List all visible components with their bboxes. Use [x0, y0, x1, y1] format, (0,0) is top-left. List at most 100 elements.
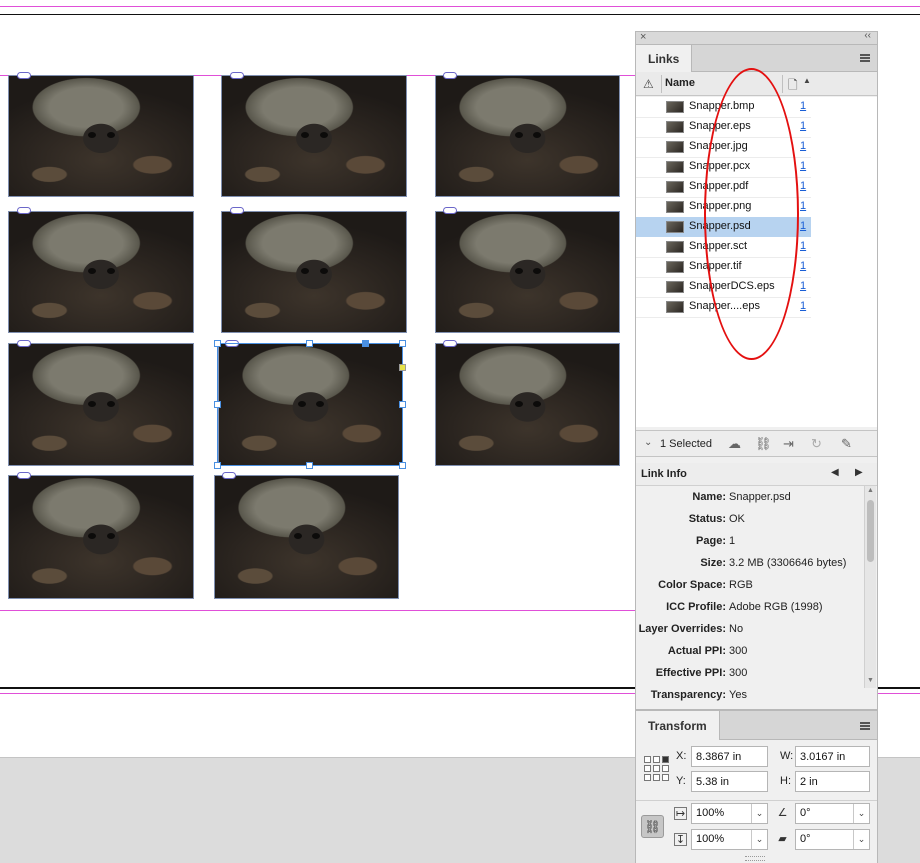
link-page-number[interactable]: 1 [800, 300, 806, 312]
w-label: W: [780, 750, 794, 762]
resize-grip[interactable] [745, 856, 765, 861]
link-info-body: Name: Snapper.psd Status: OK Page: 1 Size: 3… [636, 486, 864, 706]
y-position-field[interactable] [691, 771, 768, 792]
info-row: Transparency: Yes [650, 689, 747, 701]
relink-icon[interactable]: ⛓ [755, 436, 772, 452]
link-badge-icon[interactable] [17, 72, 31, 79]
placed-image-frame[interactable] [435, 343, 620, 466]
rotation-combo[interactable]: 0° ⌄ [795, 803, 870, 824]
margin-guide-bottom [0, 610, 636, 611]
link-info-title: Link Info [641, 468, 687, 480]
image-thumbnail-icon [666, 181, 684, 193]
placed-image-frame[interactable] [8, 343, 194, 466]
resize-handle[interactable] [399, 340, 406, 347]
scale-y-icon: ↧ [674, 833, 687, 846]
scale-x-combo[interactable]: 100% ⌄ [691, 803, 768, 824]
placed-image-frame[interactable] [221, 75, 407, 197]
link-page-number[interactable]: 1 [800, 280, 806, 292]
resize-handle[interactable] [399, 401, 406, 408]
column-header-name[interactable]: Name [665, 77, 695, 89]
x-position-field[interactable] [691, 746, 768, 767]
cloud-link-icon[interactable]: ☁ [728, 436, 741, 452]
resize-handle[interactable] [214, 401, 221, 408]
page-edge-top [0, 14, 920, 15]
link-badge-icon[interactable] [230, 72, 244, 79]
link-page-number[interactable]: 1 [800, 120, 806, 132]
content-grabber-handle[interactable] [362, 340, 369, 347]
placed-image-frame[interactable] [8, 211, 194, 333]
link-page-number[interactable]: 1 [800, 240, 806, 252]
reference-point-icon[interactable] [644, 756, 670, 782]
collapse-panel-icon[interactable]: ‹‹ [864, 30, 871, 41]
selection-count: 1 Selected [660, 438, 712, 450]
close-icon[interactable]: × [640, 31, 646, 43]
link-page-number[interactable]: 1 [800, 180, 806, 192]
link-badge-icon[interactable] [222, 472, 236, 479]
h-label: H: [780, 775, 791, 787]
resize-handle[interactable] [214, 462, 221, 469]
chevron-down-icon[interactable]: ⌄ [853, 830, 869, 849]
resize-handle[interactable] [399, 462, 406, 469]
image-thumbnail-icon [666, 121, 684, 133]
next-link-icon[interactable]: ▶ [855, 467, 863, 478]
link-info-scrollbar[interactable]: ▲ ▼ [864, 486, 876, 688]
link-page-number[interactable]: 1 [800, 100, 806, 112]
link-badge-icon[interactable] [17, 207, 31, 214]
link-badge-icon[interactable] [443, 207, 457, 214]
scroll-down-icon[interactable]: ▼ [867, 677, 874, 684]
info-row: Actual PPI: 300 [667, 645, 748, 657]
out-port-handle[interactable] [399, 364, 406, 371]
previous-link-icon[interactable]: ◀ [831, 467, 839, 478]
warning-icon[interactable]: ⚠ [643, 77, 654, 91]
link-badge-icon[interactable] [443, 340, 457, 347]
placed-image-frame[interactable] [8, 75, 194, 197]
chevron-down-icon[interactable]: ⌄ [853, 804, 869, 823]
sort-ascending-icon[interactable]: ▲ [803, 76, 811, 85]
link-page-number[interactable]: 1 [800, 140, 806, 152]
scale-y-combo[interactable]: 100% ⌄ [691, 829, 768, 850]
info-row: Effective PPI: 300 [655, 667, 748, 679]
y-label: Y: [676, 775, 686, 787]
scroll-up-icon[interactable]: ▲ [867, 487, 874, 494]
resize-handle[interactable] [306, 462, 313, 469]
update-link-icon[interactable]: ↻ [811, 436, 822, 452]
tab-links[interactable]: Links [636, 45, 693, 73]
height-field[interactable] [795, 771, 870, 792]
placed-image-frame[interactable] [8, 475, 194, 599]
shear-combo[interactable]: 0° ⌄ [795, 829, 870, 850]
chevron-down-icon[interactable]: ⌄ [751, 830, 767, 849]
tab-transform[interactable]: Transform [636, 711, 720, 741]
panel-dock-header: × ‹‹ [635, 30, 878, 44]
resize-handle[interactable] [306, 340, 313, 347]
panel-menu-icon[interactable] [860, 722, 870, 730]
placed-image-frame[interactable] [214, 475, 399, 599]
placed-image-frame[interactable] [435, 211, 620, 333]
info-row: ICC Profile: Adobe RGB (1998) [666, 601, 823, 613]
info-row: Layer Overrides: No [638, 623, 744, 635]
chevron-down-icon[interactable]: ⌄ [751, 804, 767, 823]
scroll-thumb[interactable] [867, 500, 874, 562]
link-badge-icon[interactable] [17, 340, 31, 347]
link-badge-icon[interactable] [230, 207, 244, 214]
link-badge-icon[interactable] [17, 472, 31, 479]
edit-original-icon[interactable]: ✎ [841, 436, 852, 452]
image-thumbnail-icon [666, 281, 684, 293]
link-page-number[interactable]: 1 [800, 220, 806, 232]
shear-icon: ▰ [778, 833, 787, 845]
width-field[interactable] [795, 746, 870, 767]
go-to-link-icon[interactable]: ⇥ [783, 436, 794, 452]
info-row: Status: OK [688, 513, 745, 525]
link-info-header: Link Info ◀ ▶ [636, 463, 877, 486]
link-page-number[interactable]: 1 [800, 200, 806, 212]
placed-image-frame[interactable] [221, 211, 407, 333]
info-row: Name: Snapper.psd [692, 491, 791, 503]
link-page-number[interactable]: 1 [800, 160, 806, 172]
constrain-proportions-button[interactable]: ⛓ [641, 815, 664, 838]
placed-image-frame[interactable] [435, 75, 620, 197]
chevron-down-icon[interactable]: ⌄ [644, 437, 652, 448]
page-column-icon[interactable]: 🗋 [788, 76, 798, 97]
link-badge-icon[interactable] [443, 72, 457, 79]
link-page-number[interactable]: 1 [800, 260, 806, 272]
resize-handle[interactable] [214, 340, 221, 347]
panel-menu-icon[interactable] [860, 54, 870, 62]
